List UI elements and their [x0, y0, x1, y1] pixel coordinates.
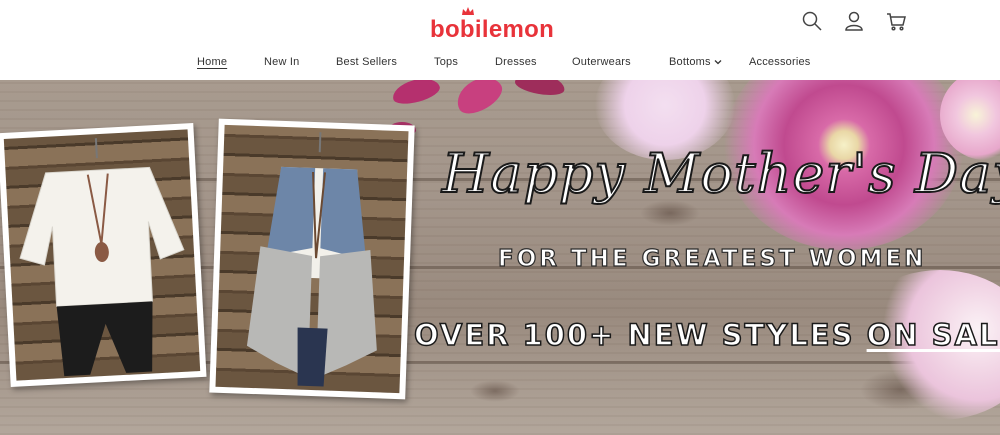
vest-outfit-icon [246, 132, 377, 387]
cart-button[interactable] [885, 10, 907, 32]
search-button[interactable] [801, 10, 823, 32]
cart-icon [887, 13, 906, 31]
product-photo-vest[interactable] [209, 118, 415, 400]
petal [450, 80, 508, 120]
chevron-down-icon [714, 60, 722, 65]
nav-bottoms-label: Bottoms [669, 56, 711, 68]
nav-new-in[interactable]: New In [264, 56, 299, 68]
nav-best-sellers[interactable]: Best Sellers [336, 56, 397, 68]
product-photo-blouse[interactable] [0, 123, 207, 387]
on-sale-link[interactable]: ON SALE [866, 317, 1000, 353]
blouse-outfit-icon [19, 138, 185, 377]
crown-icon [462, 7, 474, 15]
nav-bottoms[interactable]: Bottoms [669, 56, 722, 68]
brand-logo[interactable]: bobilemon [430, 7, 580, 43]
nav-outerwears[interactable]: Outerwears [572, 56, 631, 68]
petal [389, 80, 443, 108]
blouse-outfit-image [3, 129, 201, 381]
hero-banner[interactable]: Happy Mother's Day FOR THE GREATEST WOME… [0, 80, 1000, 435]
user-icon [845, 11, 863, 31]
main-nav: Home New In Best Sellers Tops Dresses Ou… [0, 56, 1000, 72]
vest-outfit-image [215, 124, 409, 394]
nav-tops[interactable]: Tops [434, 56, 458, 68]
petal [513, 80, 567, 99]
nav-accessories[interactable]: Accessories [749, 56, 811, 68]
hero-subheadline: FOR THE GREATEST WOMEN [497, 245, 927, 272]
hero-headline: Happy Mother's Day [441, 141, 1000, 206]
hero-offer: OVER 100+ NEW STYLES ON SALE [413, 317, 1000, 353]
wood-knot [470, 380, 520, 402]
nav-dresses[interactable]: Dresses [495, 56, 537, 68]
hero-offer-prefix: OVER 100+ NEW STYLES [413, 317, 867, 353]
site-header: bobilemon Home New In Best Sellers Tops … [0, 0, 1000, 80]
account-button[interactable] [843, 10, 865, 32]
brand-name: bobilemon [430, 16, 555, 43]
nav-home[interactable]: Home [197, 56, 227, 68]
search-icon [802, 11, 822, 31]
